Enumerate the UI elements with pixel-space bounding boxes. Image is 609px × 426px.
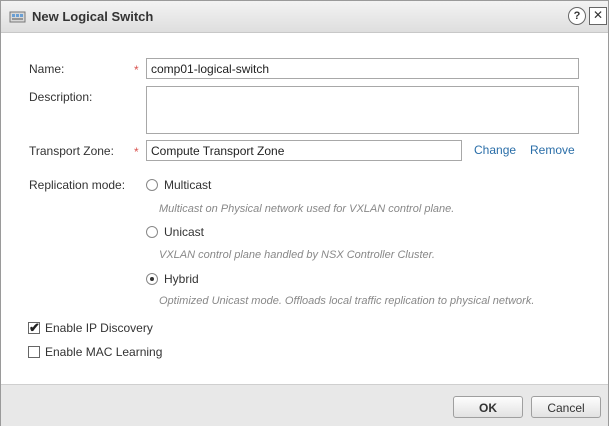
change-link[interactable]: Change	[474, 143, 516, 157]
unicast-radio[interactable]	[146, 226, 158, 238]
enable-mac-learning-checkbox[interactable]	[28, 346, 40, 358]
unicast-description: VXLAN control plane handled by NSX Contr…	[159, 249, 435, 261]
transport-zone-field[interactable]	[146, 140, 462, 161]
dialog-titlebar[interactable]: New Logical Switch ? ✕	[1, 1, 608, 33]
new-logical-switch-dialog: New Logical Switch ? ✕ Name: * Descripti…	[0, 0, 609, 426]
hybrid-label[interactable]: Hybrid	[164, 272, 199, 286]
hybrid-description: Optimized Unicast mode. Offloads local t…	[159, 295, 535, 307]
multicast-description: Multicast on Physical network used for V…	[159, 203, 455, 215]
dialog-title: New Logical Switch	[32, 9, 154, 24]
remove-link[interactable]: Remove	[530, 143, 575, 157]
multicast-label[interactable]: Multicast	[164, 178, 211, 192]
replication-mode-label: Replication mode:	[29, 178, 126, 192]
name-label: Name:	[29, 62, 65, 76]
multicast-radio[interactable]	[146, 179, 158, 191]
transport-zone-required-marker: *	[134, 145, 139, 159]
description-textarea[interactable]	[146, 86, 579, 134]
dialog-footer: OK Cancel	[1, 384, 608, 426]
cancel-button[interactable]: Cancel	[531, 396, 601, 418]
hybrid-radio[interactable]	[146, 273, 158, 285]
transport-zone-label: Transport Zone:	[29, 144, 114, 158]
help-icon[interactable]: ?	[568, 7, 586, 25]
enable-mac-learning-label[interactable]: Enable MAC Learning	[45, 345, 162, 359]
name-required-marker: *	[134, 63, 139, 77]
unicast-label[interactable]: Unicast	[164, 225, 204, 239]
ok-button[interactable]: OK	[453, 396, 523, 418]
logical-switch-icon	[9, 11, 26, 23]
enable-ip-discovery-label[interactable]: Enable IP Discovery	[45, 321, 153, 335]
enable-ip-discovery-checkbox[interactable]: ✔	[28, 321, 40, 334]
name-input[interactable]	[146, 58, 579, 79]
description-label: Description:	[29, 90, 93, 104]
close-icon[interactable]: ✕	[589, 7, 607, 25]
